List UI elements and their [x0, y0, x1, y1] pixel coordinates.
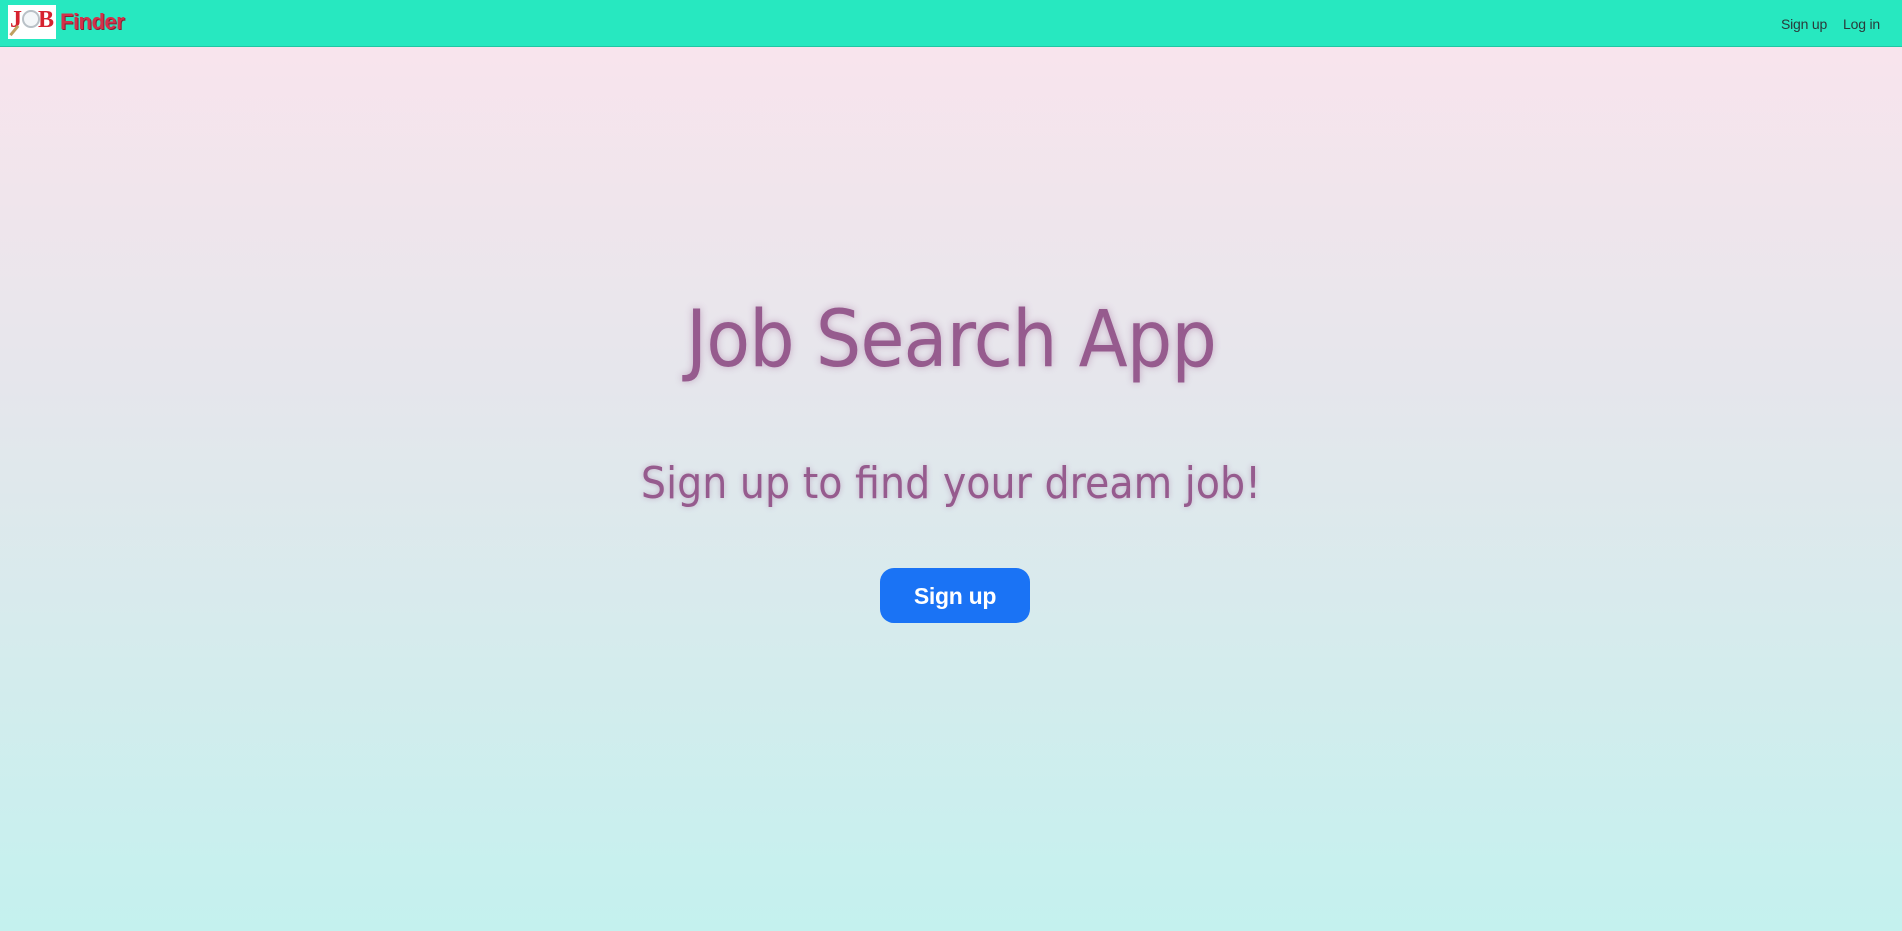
hero-subtitle: Sign up to find your dream job! — [640, 458, 1262, 509]
nav-signup-link[interactable]: Sign up — [1781, 16, 1827, 32]
signup-button[interactable]: Sign up — [880, 568, 1030, 623]
navbar: J B Finder Sign up Log in — [0, 0, 1902, 47]
nav-login-link[interactable]: Log in — [1843, 16, 1880, 32]
nav-links: Sign up Log in — [1781, 0, 1880, 47]
hero-title: Job Search App — [685, 295, 1217, 385]
brand-text: Finder — [60, 9, 125, 34]
magnifying-glass-logo-icon: J B — [8, 5, 56, 39]
brand-link[interactable]: J B Finder — [8, 4, 125, 40]
logo-letter-b: B — [38, 7, 55, 33]
